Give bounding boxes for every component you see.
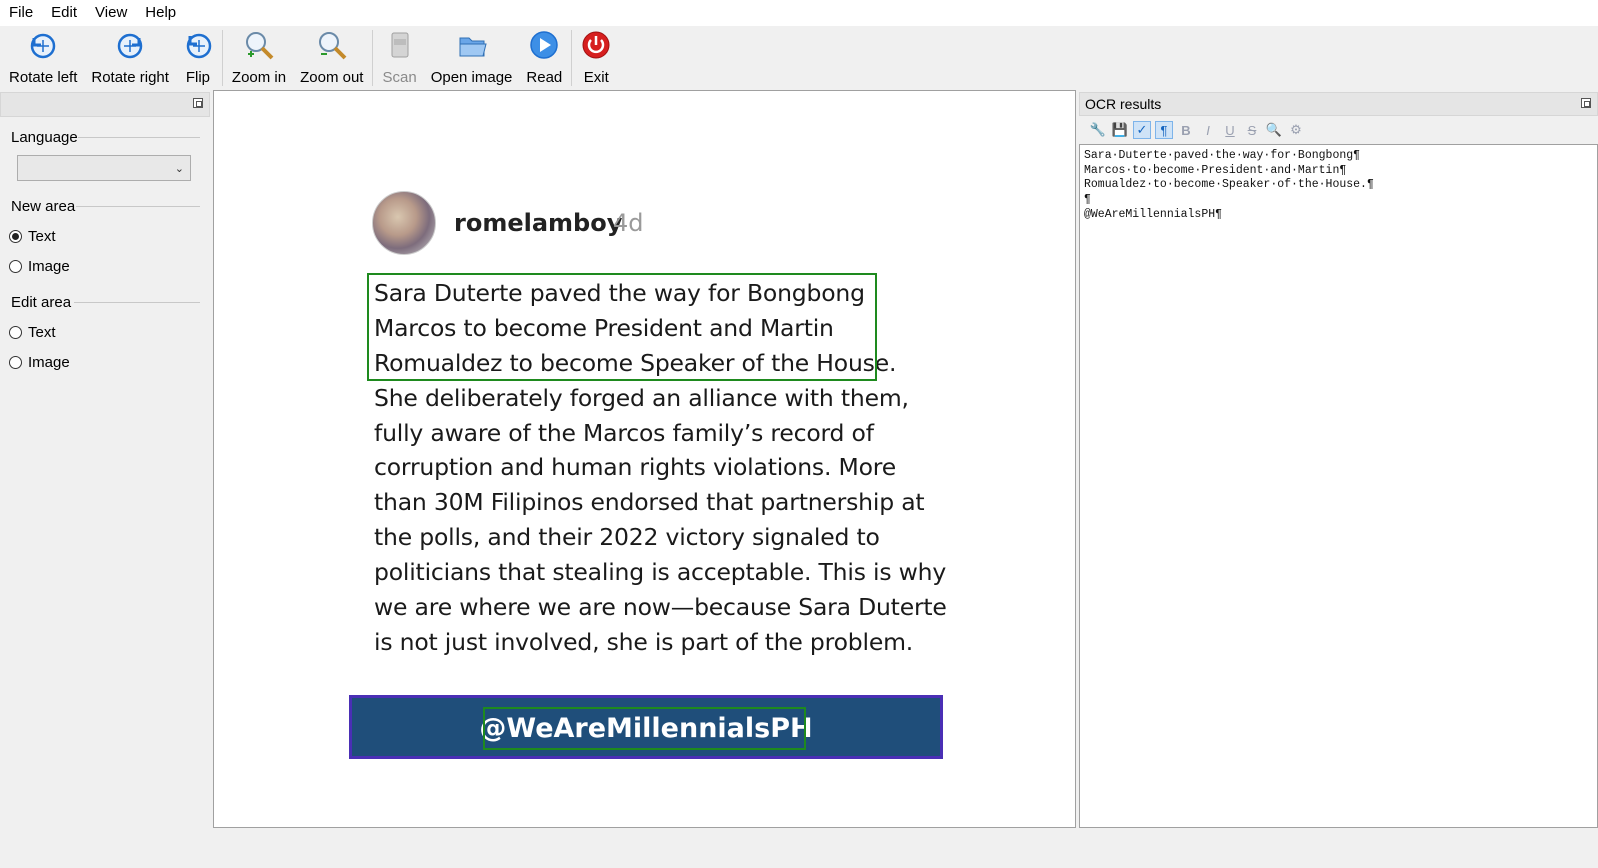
flip-icon [183, 30, 213, 60]
undock-icon[interactable] [1581, 98, 1591, 108]
toolbar: Rotate left Rotate right Flip Zoom in Zo… [0, 26, 1598, 90]
radio-checked-icon [9, 230, 22, 243]
bold-icon[interactable]: B [1177, 121, 1195, 139]
post-username: romelamboy [454, 209, 623, 237]
ocr-panel-header: OCR results [1079, 92, 1598, 116]
new-area-label: New area [11, 198, 76, 215]
wrench-icon[interactable]: 🔧 [1089, 121, 1107, 139]
ocr-text-line: @WeAreMillennialsPH¶ [1084, 207, 1223, 221]
language-label: Language [11, 129, 78, 146]
settings-icon[interactable]: ⚙ [1287, 121, 1305, 139]
menu-edit[interactable]: Edit [42, 0, 86, 26]
toolbar-separator [372, 30, 374, 86]
radio-unchecked-icon [9, 326, 22, 339]
toolbar-separator [571, 30, 573, 86]
rotate-right-button[interactable]: Rotate right [84, 26, 176, 90]
chevron-down-icon: ⌄ [174, 163, 184, 175]
underline-icon[interactable]: U [1221, 121, 1239, 139]
menu-file[interactable]: File [0, 0, 42, 26]
ocr-text-line: Marcos·to·become·President·and·Martin¶ [1084, 163, 1347, 177]
edit-area-image-radio[interactable]: Image [9, 354, 70, 371]
pilcrow-icon[interactable]: ¶ [1155, 121, 1173, 139]
radio-unchecked-icon [9, 260, 22, 273]
ocr-area-selection[interactable] [483, 707, 806, 750]
exit-button[interactable]: Exit [574, 26, 618, 90]
flip-button[interactable]: Flip [176, 26, 220, 90]
post-text-line: corruption and human rights violations. … [374, 453, 896, 481]
menu-bar: File Edit View Help [0, 0, 1598, 26]
ocr-text-area[interactable]: Sara·Duterte·paved·the·way·for·Bongbong¶… [1079, 144, 1598, 828]
power-icon [581, 30, 611, 60]
rotate-right-icon [115, 30, 145, 60]
edit-area-label: Edit area [11, 294, 72, 311]
divider [76, 206, 200, 207]
post-age: 4d [613, 209, 644, 237]
zoom-out-button[interactable]: Zoom out [293, 26, 370, 90]
language-select[interactable]: ⌄ [17, 155, 191, 181]
open-image-button[interactable]: Open image [424, 26, 520, 90]
scanner-icon [385, 30, 415, 60]
post-text-line: is not just involved, she is part of the… [374, 628, 914, 656]
new-area-image-radio[interactable]: Image [9, 258, 70, 275]
italic-icon[interactable]: I [1199, 121, 1217, 139]
find-icon[interactable]: 🔍 [1265, 121, 1283, 139]
post-text-line: we are where we are now—because Sara Dut… [374, 593, 947, 621]
ocr-panel-title: OCR results [1085, 96, 1162, 112]
post-text-line: She deliberately forged an alliance with… [374, 384, 909, 412]
undock-icon[interactable] [193, 98, 203, 108]
strikethrough-icon[interactable]: S [1243, 121, 1261, 139]
scan-button[interactable]: Scan [375, 26, 423, 90]
new-area-text-radio[interactable]: Text [9, 228, 56, 245]
post-text-line: the polls, and their 2022 victory signal… [374, 523, 880, 551]
left-panel-header [0, 92, 210, 117]
rotate-left-button[interactable]: Rotate left [2, 26, 84, 90]
read-button[interactable]: Read [519, 26, 569, 90]
left-panel: Language ⌄ New area Text Image Edit area… [0, 92, 210, 868]
divider [78, 137, 200, 138]
edit-area-text-radio[interactable]: Text [9, 324, 56, 341]
menu-view[interactable]: View [86, 0, 136, 26]
zoom-in-icon [244, 30, 274, 60]
avatar [372, 191, 436, 255]
post-text-line: fully aware of the Marcos family’s recor… [374, 419, 874, 447]
toolbar-separator [221, 30, 223, 86]
spellcheck-icon[interactable]: ✓ [1133, 121, 1151, 139]
radio-unchecked-icon [9, 356, 22, 369]
rotate-left-icon [28, 30, 58, 60]
ocr-results-panel: OCR results 🔧 💾 ✓ ¶ B I U S 🔍 ⚙ Sara·Dut… [1079, 92, 1598, 828]
play-icon [529, 30, 559, 60]
zoom-out-icon [317, 30, 347, 60]
ocr-area-selection[interactable] [367, 273, 877, 381]
ocr-text-line: ¶ [1084, 193, 1091, 207]
status-bar [0, 830, 1598, 868]
post-text-line: politicians that stealing is acceptable.… [374, 558, 947, 586]
menu-help[interactable]: Help [136, 0, 185, 26]
save-icon[interactable]: 💾 [1111, 121, 1129, 139]
divider [74, 302, 200, 303]
folder-open-icon [457, 30, 487, 60]
ocr-toolbar: 🔧 💾 ✓ ¶ B I U S 🔍 ⚙ [1079, 116, 1598, 144]
zoom-in-button[interactable]: Zoom in [225, 26, 293, 90]
post-text-line: than 30M Filipinos endorsed that partner… [374, 488, 925, 516]
image-canvas[interactable]: romelamboy 4d Sara Duterte paved the way… [213, 90, 1076, 828]
ocr-text-line: Romualdez·to·become·Speaker·of·the·House… [1084, 178, 1374, 192]
ocr-text-line: Sara·Duterte·paved·the·way·for·Bongbong¶ [1084, 149, 1361, 162]
